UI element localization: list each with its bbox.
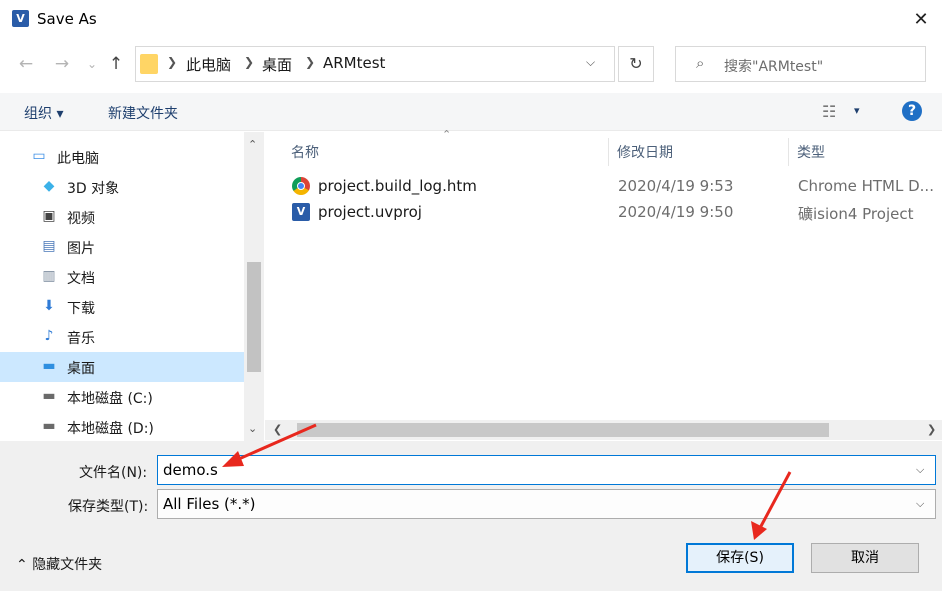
save-button[interactable]: 保存(S) <box>686 543 794 573</box>
search-input[interactable]: ⌕ 搜索"ARMtest" <box>675 46 926 82</box>
hide-folders-toggle[interactable]: ⌃ 隐藏文件夹 <box>16 554 102 574</box>
scroll-left-icon[interactable]: ❮ <box>273 423 282 436</box>
filename-label: 文件名(N): <box>79 465 148 481</box>
tree-item-label: 本地磁盘 (C:) <box>67 391 153 407</box>
column-header-type[interactable]: 类型 <box>797 142 825 162</box>
tree-item-label: 桌面 <box>67 361 95 377</box>
tree-item[interactable]: ▣ 视频 <box>0 202 244 232</box>
scroll-down-icon[interactable]: ⌄ <box>248 422 257 435</box>
file-type: Chrome HTML D... <box>798 177 934 195</box>
tree-item[interactable]: ◆ 3D 对象 <box>0 172 244 202</box>
drive-c-icon: ▬ <box>42 388 56 404</box>
file-row[interactable]: Vproject.uvproj 2020/4/19 9:50 礦ision4 Pro… <box>288 200 938 226</box>
file-type: 礦ision4 Project <box>798 205 914 223</box>
chevron-right-icon[interactable]: ❯ <box>244 55 254 69</box>
file-name: project.uvproj <box>318 203 422 221</box>
horizontal-scrollbar[interactable]: ❮ ❯ <box>265 420 942 440</box>
recent-locations-icon[interactable]: ⌄ <box>80 52 104 76</box>
chevron-down-icon[interactable]: ⌵ <box>916 497 924 511</box>
command-bar: 组织 ▾ 新建文件夹 ☷ ▾ ? <box>0 93 942 131</box>
breadcrumb-desktop[interactable]: 桌面 <box>262 54 292 75</box>
file-name: project.build_log.htm <box>318 177 477 195</box>
tree-item-label: 视频 <box>67 211 95 227</box>
nav-scrollbar[interactable]: ⌃ ⌄ <box>244 132 264 441</box>
download-icon: ⬇ <box>43 298 55 314</box>
pictures-icon: ▤ <box>42 238 56 254</box>
filetype-select[interactable]: All Files (*.*) ⌵ <box>157 489 936 519</box>
cancel-button[interactable]: 取消 <box>811 543 919 573</box>
tree-item[interactable]: ▬ 本地磁盘 (D:) <box>0 412 244 441</box>
tree-item-label: 本地磁盘 (D:) <box>67 421 154 437</box>
nav-scroll-thumb[interactable] <box>247 262 261 372</box>
address-bar[interactable]: ❯ 此电脑 ❯ 桌面 ❯ ARMtest ⌵ <box>135 46 615 82</box>
help-icon[interactable]: ? <box>902 101 922 121</box>
tree-item[interactable]: ▥ 文档 <box>0 262 244 292</box>
tree-item[interactable]: ▤ 图片 <box>0 232 244 262</box>
tree-item-label: 3D 对象 <box>67 181 120 197</box>
computer-icon: ▭ <box>32 148 46 164</box>
chevron-up-icon: ⌃ <box>16 557 28 573</box>
chevron-down-icon[interactable]: ⌵ <box>916 463 924 477</box>
view-dropdown-icon[interactable]: ▾ <box>854 104 860 117</box>
file-row[interactable]: project.build_log.htm 2020/4/19 9:53 Chrom… <box>288 174 938 200</box>
tree-item[interactable]: ♪ 音乐 <box>0 322 244 352</box>
music-icon: ♪ <box>44 328 54 344</box>
search-placeholder: 搜索"ARMtest" <box>724 59 824 75</box>
forward-icon[interactable]: → <box>50 52 74 76</box>
up-icon[interactable]: ↑ <box>104 52 128 76</box>
tree-item[interactable]: ▬ 本地磁盘 (C:) <box>0 382 244 412</box>
breadcrumb-armtest[interactable]: ARMtest <box>323 54 385 72</box>
documents-icon: ▥ <box>42 268 56 284</box>
scroll-right-icon[interactable]: ❯ <box>927 423 936 436</box>
file-date: 2020/4/19 9:50 <box>618 203 734 221</box>
organize-menu[interactable]: 组织 ▾ <box>24 103 63 123</box>
tree-item-label: 此电脑 <box>57 151 99 167</box>
scroll-up-icon[interactable]: ⌃ <box>248 138 257 151</box>
tree-item[interactable]: ⬇ 下载 <box>0 292 244 322</box>
tree-item[interactable]: ▭ 此电脑 <box>0 142 244 172</box>
column-divider[interactable] <box>788 138 789 166</box>
refresh-button[interactable]: ↻ <box>618 46 654 82</box>
tree-item[interactable]: ▬ 桌面 <box>0 352 244 382</box>
window-title: Save As <box>37 10 97 28</box>
back-icon[interactable]: ← <box>14 52 38 76</box>
hide-folders-label: 隐藏文件夹 <box>32 557 103 573</box>
column-header-name[interactable]: 名称 <box>291 142 319 162</box>
folder-icon <box>140 54 158 74</box>
horizontal-scroll-thumb[interactable] <box>297 423 829 437</box>
3d-objects-icon: ◆ <box>43 178 55 194</box>
view-options-icon[interactable]: ☷ <box>822 102 836 121</box>
app-icon: V <box>12 10 29 27</box>
uvision-icon: V <box>292 203 310 221</box>
new-folder-button[interactable]: 新建文件夹 <box>108 103 178 123</box>
save-options-panel: 文件名(N): demo.s ⌵ 保存类型(T): All Files (*.*… <box>0 441 942 591</box>
tree-item-label: 下载 <box>67 301 95 317</box>
column-divider[interactable] <box>608 138 609 166</box>
file-date: 2020/4/19 9:53 <box>618 177 734 195</box>
video-icon: ▣ <box>42 208 56 224</box>
filename-field[interactable]: demo.s ⌵ <box>157 455 936 485</box>
search-icon: ⌕ <box>696 54 705 72</box>
drive-d-icon: ▬ <box>42 418 56 434</box>
breadcrumb-this-pc[interactable]: 此电脑 <box>186 54 231 75</box>
tree-item-label: 文档 <box>67 271 95 287</box>
sort-ascending-icon: ⌃ <box>442 128 452 141</box>
title-bar: V Save As ✕ <box>0 0 942 40</box>
chevron-down-icon[interactable]: ⌵ <box>586 55 595 70</box>
tree-item-label: 音乐 <box>67 331 95 347</box>
desktop-icon: ▬ <box>42 358 56 374</box>
tree-item-label: 图片 <box>67 241 95 257</box>
chevron-right-icon[interactable]: ❯ <box>305 55 315 69</box>
filename-value[interactable]: demo.s <box>163 461 218 479</box>
column-header-date[interactable]: 修改日期 <box>617 142 673 162</box>
file-list: ⌃ 名称 修改日期 类型 project.build_log.htm 2020/4… <box>270 128 942 441</box>
navigation-pane: ▭ 此电脑 ◆ 3D 对象 ▣ 视频 ▤ 图片 ▥ 文档 ⬇ 下载 ♪ 音乐 ▬ 桌面 ▬ 本地磁盘 (C:) ▬ 本… <box>0 132 265 441</box>
chrome-icon <box>292 177 310 195</box>
filetype-label: 保存类型(T): <box>68 499 149 515</box>
filetype-value[interactable]: All Files (*.*) <box>163 495 256 513</box>
chevron-right-icon[interactable]: ❯ <box>167 55 177 69</box>
close-button[interactable]: ✕ <box>900 0 942 40</box>
